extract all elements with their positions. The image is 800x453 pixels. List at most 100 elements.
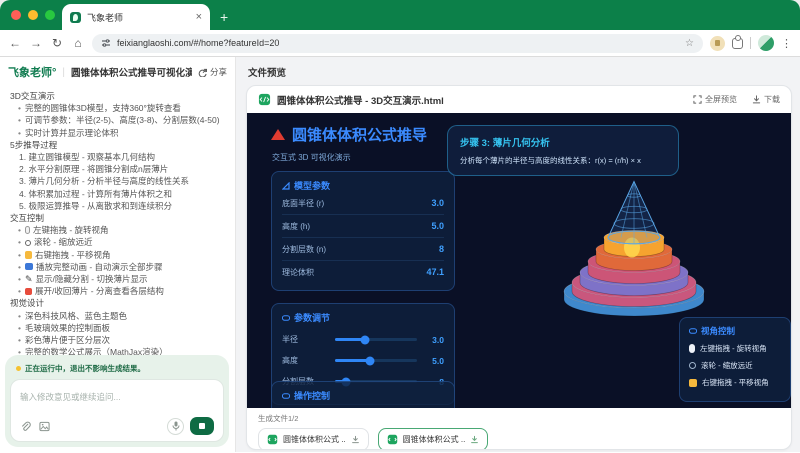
- stop-icon: [199, 423, 205, 429]
- step-info-box: 步骤 3: 薄片几何分析 分析每个薄片的半径与高度的线性关系：r(x) = (r…: [447, 125, 679, 176]
- list-item: 彩色薄片便于区分层次: [10, 334, 225, 346]
- html-file-icon: [258, 93, 271, 106]
- chat-input[interactable]: [20, 392, 214, 402]
- section-title: 3D交互演示: [10, 90, 225, 102]
- list-item: 滚轮 - 缩放远近: [10, 236, 225, 248]
- preview-panel-title: 文件预览: [248, 65, 792, 79]
- pencil-icon: ✎: [25, 275, 33, 283]
- list-item: 深色科技风格、蓝色主题色: [10, 310, 225, 322]
- browser-tab[interactable]: 飞象老师 ×: [62, 4, 210, 30]
- list-item: 1. 建立圆锥模型 - 观察基本几何结构: [10, 151, 225, 163]
- window-controls: [11, 10, 55, 20]
- tab-title: 飞象老师: [87, 11, 190, 24]
- view-hint-row: 滚轮 - 缩放远近: [689, 360, 781, 371]
- html-preview-viewport[interactable]: 圆锥体体积公式推导 交互式 3D 可视化演示 模型参数 底面半径 (r)3.0 …: [247, 113, 791, 408]
- profile-badge-icon[interactable]: [710, 36, 725, 51]
- app-header: 飞象老师° | 圆锥体体积公式推导可视化演示 分享: [0, 57, 235, 87]
- radius-slider[interactable]: [335, 338, 417, 341]
- download-icon: [752, 95, 761, 104]
- avatar[interactable]: [758, 35, 774, 51]
- step-description: 分析每个薄片的半径与高度的线性关系：r(x) = (r/h) × x: [460, 155, 666, 166]
- mic-button[interactable]: [167, 418, 184, 435]
- cone-logo-icon: [271, 129, 285, 140]
- list-item: 毛玻璃效果的控制面板: [10, 322, 225, 334]
- mouse-icon: [689, 344, 695, 353]
- download-button[interactable]: 下载: [752, 94, 780, 105]
- mouse-icon: [25, 226, 30, 234]
- slider-thumb[interactable]: [360, 335, 369, 344]
- bookmark-star-icon[interactable]: ☆: [685, 38, 694, 49]
- height-slider[interactable]: [335, 359, 417, 362]
- maximize-window-button[interactable]: [45, 10, 55, 20]
- image-icon[interactable]: [39, 421, 50, 432]
- view-hint-row: 左键拖拽 - 旋转视角: [689, 343, 781, 354]
- list-item: 左键拖拽 - 旋转视角: [10, 224, 225, 236]
- list-item: ✎显示/隐藏分割 - 切换薄片显示: [10, 273, 225, 285]
- app-logo[interactable]: 飞象老师°: [8, 64, 56, 80]
- reload-icon[interactable]: ↻: [50, 36, 64, 50]
- param-row: 底面半径 (r)3.0: [282, 192, 444, 215]
- magnifier-icon: [689, 362, 696, 369]
- operation-panel: 操作控制: [271, 381, 455, 408]
- download-icon[interactable]: [351, 435, 360, 444]
- tab-strip: 飞象老师 × +: [0, 0, 800, 30]
- mic-icon: [172, 421, 180, 431]
- conversation-title: 圆锥体体积公式推导可视化演示: [71, 65, 192, 79]
- list-item: 播放完整动画 - 自动演示全部步骤: [10, 261, 225, 273]
- html-file-icon: [267, 434, 278, 445]
- gamepad-icon: [689, 327, 697, 335]
- attachment-icon[interactable]: [20, 421, 31, 432]
- fullscreen-preview-button[interactable]: 全屏预览: [693, 94, 737, 105]
- new-tab-button[interactable]: +: [220, 9, 228, 25]
- list-item: 2. 水平分割原理 - 将圆锥分割成n层薄片: [10, 163, 225, 175]
- file-chip-active[interactable]: 圆锥体体积公式 ..: [378, 428, 489, 450]
- browser-menu-icon[interactable]: ⋮: [781, 37, 792, 50]
- list-item: 4. 体积累加过程 - 计算所有薄片体积之和: [10, 188, 225, 200]
- minimize-window-button[interactable]: [28, 10, 38, 20]
- close-window-button[interactable]: [11, 10, 21, 20]
- site-settings-icon[interactable]: [101, 38, 111, 48]
- status-text: 正在运行中，退出不影响生成结果。: [25, 363, 145, 374]
- run-status: 正在运行中，退出不影响生成结果。: [10, 360, 224, 379]
- cone-3d-rendering[interactable]: [542, 173, 727, 328]
- html-file-icon: [387, 434, 398, 445]
- forward-icon[interactable]: →: [29, 36, 43, 50]
- slider-row: 高度 5.0: [282, 355, 444, 366]
- status-dot-icon: [16, 366, 21, 371]
- section-title: 视觉设计: [10, 297, 225, 309]
- section-title: 5步推导过程: [10, 139, 225, 151]
- expand-icon: [25, 288, 32, 295]
- hand-icon: [689, 379, 697, 387]
- param-row: 分割层数 (n)8: [282, 238, 444, 261]
- preview-card-header: 圆锥体体积公式推导 - 3D交互演示.html 全屏预览 下载: [247, 86, 791, 113]
- model-params-panel: 模型参数 底面半径 (r)3.0 高度 (h)5.0 分割层数 (n)8 理论体…: [271, 171, 455, 291]
- fullscreen-icon: [693, 95, 702, 104]
- share-icon: [198, 68, 207, 77]
- magnifier-icon: [25, 240, 31, 246]
- step-title: 步骤 3: 薄片几何分析: [460, 135, 666, 149]
- file-preview-panel: 文件预览 圆锥体体积公式推导 - 3D交互演示.html 全屏预览: [236, 57, 800, 452]
- share-label: 分享: [210, 66, 227, 78]
- chat-input-card: [10, 379, 224, 442]
- list-item: 可调节参数：半径(2-5)、高度(3-8)、分割层数(4-50): [10, 114, 225, 126]
- view-control-panel: 视角控制 左键拖拽 - 旋转视角 滚轮 - 缩放远近 右键拖拽 - 平移视角: [679, 317, 791, 402]
- address-bar[interactable]: feixianglaoshi.com/#/home?featureId=20 ☆: [92, 34, 703, 53]
- share-button[interactable]: 分享: [198, 66, 227, 78]
- ruler-icon: [282, 182, 290, 190]
- tab-close-icon[interactable]: ×: [196, 11, 202, 23]
- home-icon[interactable]: ⌂: [71, 36, 85, 50]
- download-icon[interactable]: [470, 435, 479, 444]
- preview-file-name: 圆锥体体积公式推导 - 3D交互演示.html: [277, 93, 678, 107]
- list-item: 3. 薄片几何分析 - 分析半径与高度的线性关系: [10, 175, 225, 187]
- generated-files-label: 生成文件1/2: [258, 413, 780, 424]
- list-item: 右键拖拽 - 平移视角: [10, 249, 225, 261]
- extensions-icon[interactable]: [732, 38, 743, 49]
- chat-composer: 正在运行中，退出不影响生成结果。: [5, 355, 229, 447]
- stop-generating-button[interactable]: [190, 417, 214, 435]
- demo-title: 圆锥体体积公式推导: [271, 124, 427, 145]
- file-chip[interactable]: 圆锥体体积公式 ..: [258, 428, 369, 450]
- back-icon[interactable]: ←: [8, 36, 22, 50]
- slider-thumb[interactable]: [366, 356, 375, 365]
- slider-row: 半径 3.0: [282, 334, 444, 345]
- section-title: 交互控制: [10, 212, 225, 224]
